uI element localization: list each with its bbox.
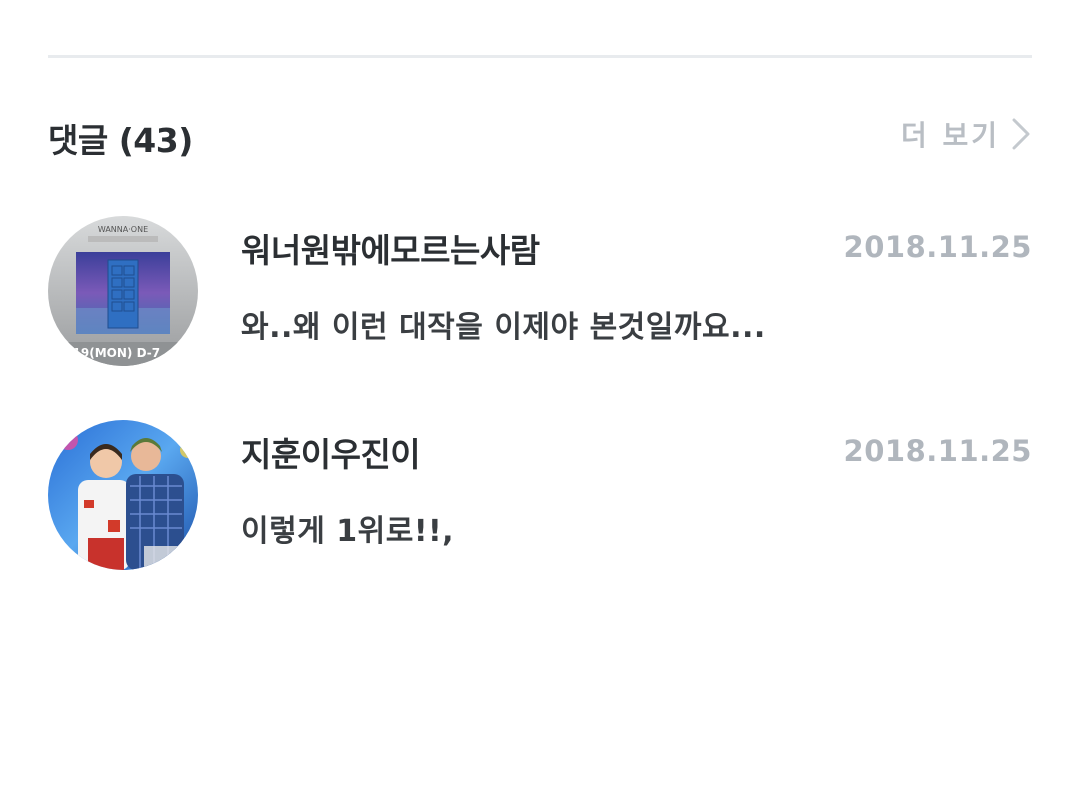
comments-title: 댓글 (43)	[48, 121, 193, 160]
chevron-right-icon	[1010, 117, 1032, 151]
comment-date: 2018.11.25	[843, 434, 1032, 468]
see-more-label: 더 보기	[900, 119, 1000, 152]
comment-author[interactable]: 워너원밖에모르는사람	[241, 224, 540, 272]
avatar-overlay-text: .19(MON) D-7	[68, 346, 160, 360]
comment-author[interactable]: 지훈이우진이	[241, 428, 421, 476]
svg-text:WANNA·ONE: WANNA·ONE	[98, 225, 148, 234]
avatar[interactable]	[48, 420, 198, 570]
comment-text: 와..왜 이런 대작을 이제야 본것일까요...	[241, 310, 766, 345]
avatar[interactable]: WANNA·ONE .19(MON) D-7	[48, 216, 198, 366]
see-more-link[interactable]: 더 보기	[901, 114, 1032, 154]
top-divider	[48, 55, 1032, 58]
comment-item[interactable]: 지훈이우진이 2018.11.25 이렇게 1위로!!,	[48, 420, 1032, 570]
comment-date: 2018.11.25	[843, 230, 1032, 264]
comment-text: 이렇게 1위로!!,	[241, 514, 455, 549]
comment-item[interactable]: WANNA·ONE .19(MON) D-7 워너원밖에모르는사람 2018.1…	[48, 216, 1032, 366]
comments-header: 댓글 (43) 더 보기	[48, 110, 1032, 160]
comments-page: 댓글 (43) 더 보기 WANNA·ONE .19(MON) D-7 워너원밖…	[0, 0, 1080, 810]
